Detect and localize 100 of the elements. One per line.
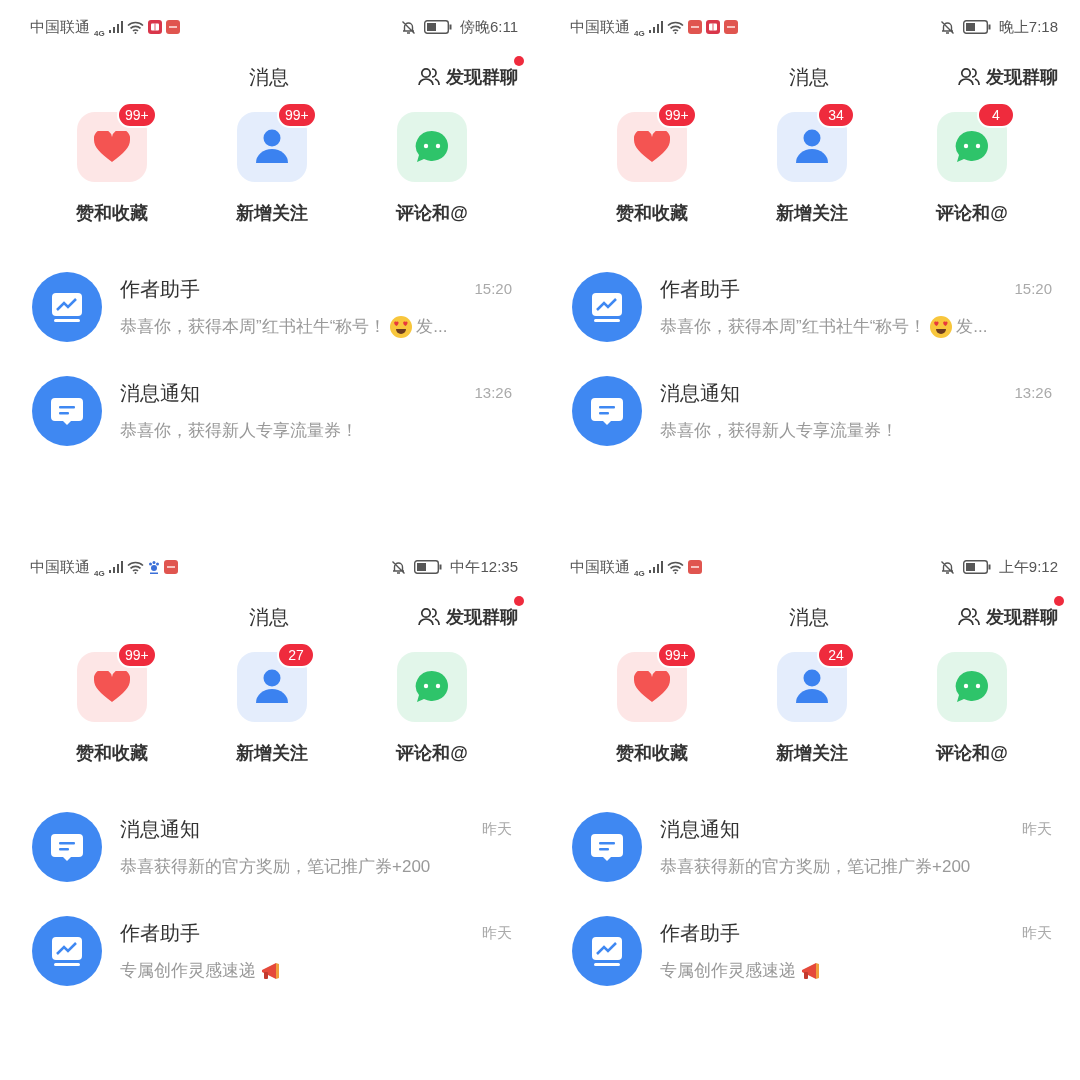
category-label[interactable]: 评论和@ bbox=[396, 740, 468, 767]
chat-icon bbox=[937, 112, 1007, 182]
people-icon bbox=[418, 67, 440, 87]
message-avatar-icon bbox=[32, 812, 102, 882]
message-preview-end: 发... bbox=[416, 316, 448, 339]
battery-icon bbox=[962, 20, 991, 34]
message-time: 昨天 bbox=[1022, 923, 1052, 943]
people-icon bbox=[958, 607, 980, 627]
conversation-title[interactable]: 作者助手 bbox=[660, 274, 740, 305]
bell-off-icon bbox=[939, 559, 955, 575]
chart-avatar-icon bbox=[32, 916, 102, 986]
app-icon bbox=[687, 560, 702, 574]
battery-icon bbox=[962, 560, 991, 574]
chart-avatar-icon bbox=[572, 916, 642, 986]
status-time: 上午9:12 bbox=[998, 556, 1058, 577]
message-avatar-icon bbox=[32, 376, 102, 446]
conversation-title[interactable]: 消息通知 bbox=[660, 814, 740, 845]
count-badge: 27 bbox=[277, 642, 315, 668]
page-title: 消息 bbox=[249, 605, 289, 630]
message-preview: 恭喜获得新的官方奖励，笔记推广券+200 bbox=[120, 856, 431, 879]
category-label[interactable]: 赞和收藏 bbox=[76, 740, 148, 767]
signal-icon bbox=[648, 21, 663, 33]
category-label[interactable]: 赞和收藏 bbox=[616, 200, 688, 227]
message-avatar-icon bbox=[572, 376, 642, 446]
wifi-icon bbox=[126, 20, 144, 34]
count-badge: 99+ bbox=[657, 642, 697, 668]
bell-off-icon bbox=[391, 559, 407, 575]
conversation-title[interactable]: 消息通知 bbox=[660, 378, 740, 409]
conversation-title[interactable]: 作者助手 bbox=[120, 918, 200, 949]
megaphone-emoji-icon bbox=[800, 961, 822, 981]
message-preview: 恭喜你，获得新人专享流量券！ bbox=[660, 420, 898, 443]
battery-icon bbox=[414, 560, 443, 574]
discover-group-chat-button[interactable]: 发现群聊 bbox=[958, 63, 1058, 91]
bell-off-icon bbox=[400, 19, 416, 35]
network-type: 4G bbox=[634, 569, 645, 578]
count-badge: 99+ bbox=[657, 102, 697, 128]
chat-icon bbox=[397, 652, 467, 722]
discover-group-chat-button[interactable]: 发现群聊 bbox=[418, 603, 518, 631]
conversation-title[interactable]: 消息通知 bbox=[120, 378, 200, 409]
chart-avatar-icon bbox=[32, 272, 102, 342]
category-label[interactable]: 评论和@ bbox=[936, 740, 1008, 767]
message-preview: 恭喜你，获得新人专享流量券！ bbox=[120, 420, 358, 443]
message-time: 13:26 bbox=[474, 383, 512, 403]
count-badge: 99+ bbox=[117, 102, 157, 128]
heart-icon bbox=[617, 652, 687, 722]
person-icon bbox=[777, 112, 847, 182]
category-label[interactable]: 赞和收藏 bbox=[76, 200, 148, 227]
app-icon bbox=[687, 20, 702, 34]
wifi-icon bbox=[666, 560, 684, 574]
category-label[interactable]: 新增关注 bbox=[776, 740, 848, 767]
chart-avatar-icon bbox=[572, 272, 642, 342]
message-preview: 专属创作灵感速递 bbox=[660, 960, 796, 983]
category-label[interactable]: 新增关注 bbox=[236, 740, 308, 767]
people-icon bbox=[958, 67, 980, 87]
status-time: 晚上7:18 bbox=[998, 16, 1058, 37]
message-preview: 恭喜获得新的官方奖励，笔记推广券+200 bbox=[660, 856, 971, 879]
page-title: 消息 bbox=[789, 605, 829, 630]
heart-icon bbox=[77, 652, 147, 722]
message-time: 15:20 bbox=[474, 279, 512, 299]
count-badge: 24 bbox=[817, 642, 855, 668]
message-time: 昨天 bbox=[1022, 819, 1052, 839]
heart-icon bbox=[617, 112, 687, 182]
bell-off-icon bbox=[939, 19, 955, 35]
signal-icon bbox=[648, 561, 663, 573]
discover-group-chat-button[interactable]: 发现群聊 bbox=[958, 603, 1058, 631]
person-icon bbox=[777, 652, 847, 722]
category-label[interactable]: 评论和@ bbox=[936, 200, 1008, 227]
person-icon bbox=[237, 652, 307, 722]
network-type: 4G bbox=[94, 569, 105, 578]
network-type: 4G bbox=[94, 29, 105, 38]
status-time: 中午12:35 bbox=[450, 556, 518, 577]
message-time: 昨天 bbox=[482, 923, 512, 943]
megaphone-emoji-icon bbox=[260, 961, 282, 981]
message-time: 13:26 bbox=[1014, 383, 1052, 403]
book-icon bbox=[705, 20, 720, 34]
message-time: 15:20 bbox=[1014, 279, 1052, 299]
discover-group-chat-button[interactable]: 发现群聊 bbox=[418, 63, 518, 91]
conversation-title[interactable]: 消息通知 bbox=[120, 814, 200, 845]
category-label[interactable]: 评论和@ bbox=[396, 200, 468, 227]
page-title: 消息 bbox=[789, 65, 829, 90]
wifi-icon bbox=[126, 560, 144, 574]
chat-icon bbox=[937, 652, 1007, 722]
count-badge: 34 bbox=[817, 102, 855, 128]
app-icon bbox=[723, 20, 738, 34]
status-time: 傍晚6:11 bbox=[459, 16, 518, 37]
paw-icon bbox=[147, 560, 160, 574]
heart-eyes-emoji-icon bbox=[930, 316, 953, 338]
signal-icon bbox=[108, 561, 123, 573]
chat-icon bbox=[397, 112, 467, 182]
carrier-name: 中国联通 bbox=[570, 16, 630, 37]
category-label[interactable]: 新增关注 bbox=[776, 200, 848, 227]
count-badge: 4 bbox=[977, 102, 1015, 128]
category-label[interactable]: 赞和收藏 bbox=[616, 740, 688, 767]
signal-icon bbox=[108, 21, 123, 33]
count-badge: 99+ bbox=[117, 642, 157, 668]
carrier-name: 中国联通 bbox=[30, 556, 90, 577]
category-label[interactable]: 新增关注 bbox=[236, 200, 308, 227]
conversation-title[interactable]: 作者助手 bbox=[120, 274, 200, 305]
conversation-title[interactable]: 作者助手 bbox=[660, 918, 740, 949]
message-preview-end: 发... bbox=[956, 316, 988, 339]
